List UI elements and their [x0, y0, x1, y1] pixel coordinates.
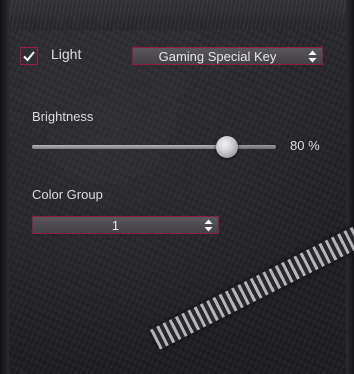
checkmark-icon [23, 51, 35, 62]
brightness-value: 80 % [290, 138, 320, 153]
top-texture-strip [0, 0, 354, 30]
color-group-spinbox[interactable]: 1 [32, 216, 219, 234]
light-checkbox[interactable] [20, 47, 38, 65]
lighting-mode-value: Gaming Special Key [158, 49, 277, 64]
spin-arrows-icon [204, 219, 213, 232]
lighting-mode-select[interactable]: Gaming Special Key [132, 47, 323, 65]
color-group-value: 1 [111, 218, 120, 233]
right-panel-edge [346, 0, 354, 374]
color-group-label: Color Group [32, 187, 103, 202]
brightness-slider-fill [32, 145, 228, 149]
light-label: Light [51, 46, 82, 62]
left-panel-edge [0, 0, 9, 374]
spin-arrows-icon [308, 50, 317, 63]
brightness-slider[interactable] [32, 136, 276, 158]
brightness-label: Brightness [32, 109, 94, 124]
